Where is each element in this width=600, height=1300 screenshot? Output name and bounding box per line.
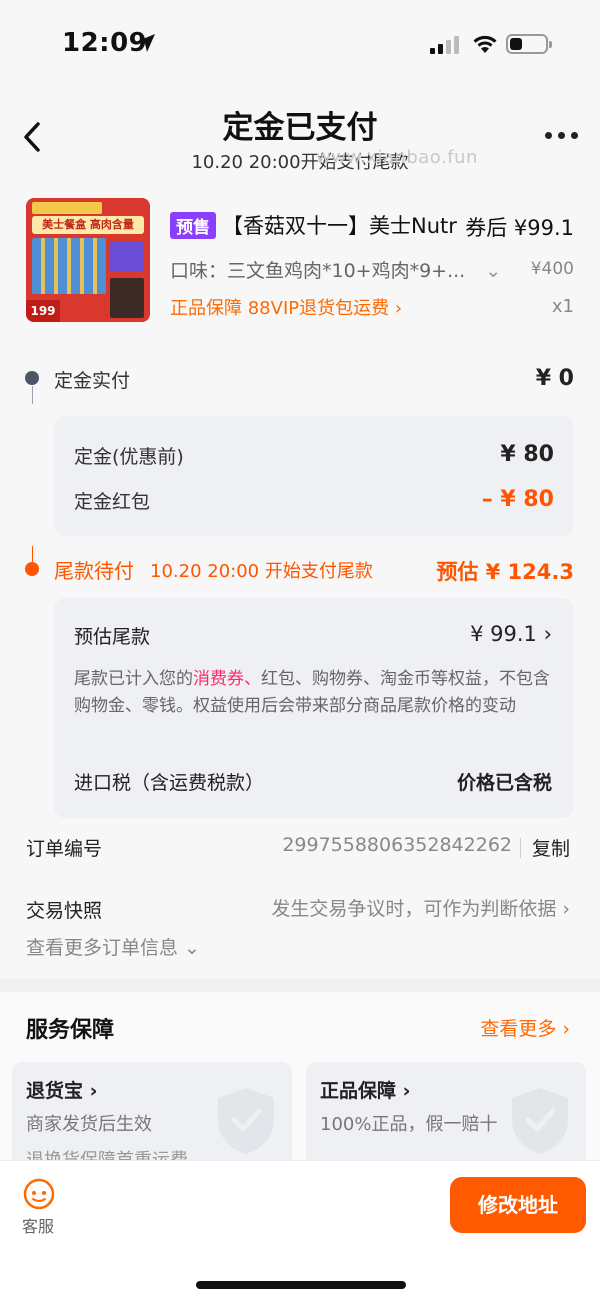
timeline-line [32, 546, 33, 562]
deposit-red-packet-label: 定金红包 [74, 491, 151, 513]
card-title: 正品保障 › [320, 1080, 411, 1102]
timeline-dot-balance [25, 562, 39, 576]
service-section: 服务保障 查看更多 › 退货宝 › 商家发货后生效 退换货保障首重运费 正品保障… [0, 992, 600, 1172]
balance-detail-box: 预估尾款 ¥ 99.1 › 尾款已计入您的消费券、红包、购物券、淘金币等权益，不… [54, 598, 574, 818]
balance-estimate: 预估 ¥ 124.3 [436, 560, 574, 584]
shield-check-icon [218, 1088, 274, 1154]
bottom-action-bar: 客服 修改地址 [0, 1160, 600, 1300]
original-price: ¥400 [530, 259, 574, 279]
balance-description: 尾款已计入您的消费券、红包、购物券、淘金币等权益，不包含购物金、零钱。权益使用后… [74, 669, 550, 716]
product-quantity: x1 [551, 296, 574, 317]
presale-badge: 预售 [170, 211, 216, 239]
product-card[interactable]: 美士餐盒 高肉含量 199 预售 【香菇双十一】美士Nutr 券后 ¥99.1 … [0, 196, 600, 336]
service-title: 服务保障 [26, 1018, 115, 1043]
shield-check-icon [512, 1088, 568, 1154]
card-line: 100%正品，假一赔十 [320, 1114, 498, 1135]
deposit-paid-label: 定金实付 [54, 370, 131, 392]
order-number-label: 订单编号 [26, 838, 103, 860]
deposit-red-packet-value: – ¥ 80 [481, 487, 554, 512]
page-title: 定金已支付 [222, 110, 378, 146]
deposit-before-discount-value: ¥ 80 [500, 442, 554, 467]
import-tax-label: 进口税（含运费税款） [74, 772, 265, 794]
coupon-highlight: 消费券、 [193, 669, 261, 689]
thumb-caption: 美士餐盒 高肉含量 [32, 216, 144, 234]
divider [520, 838, 521, 858]
cellular-signal-icon [430, 36, 459, 54]
product-title: 预售 【香菇双十一】美士Nutr [170, 210, 457, 240]
deposit-before-discount-label: 定金(优惠前) [74, 446, 184, 468]
product-spec[interactable]: 口味：三文鱼鸡肉*10+鸡肉*9+... ⌄ [170, 256, 501, 283]
edit-address-button[interactable]: 修改地址 [450, 1177, 586, 1233]
estimated-balance-label: 预估尾款 [74, 626, 151, 648]
balance-due-label: 尾款待付 [54, 559, 134, 583]
card-title: 退货宝 › [26, 1080, 98, 1102]
snapshot-link[interactable]: 发生交易争议时，可作为判断依据 › [271, 894, 570, 921]
product-spec-text: 口味：三文鱼鸡肉*10+鸡肉*9+... [170, 260, 466, 282]
timeline-line [32, 386, 33, 404]
section-divider [0, 978, 600, 992]
deposit-paid-value: ¥ 0 [535, 366, 574, 391]
timeline-dot-deposit [25, 371, 39, 385]
deposit-detail-box: 定金(优惠前) ¥ 80 定金红包 – ¥ 80 [54, 416, 574, 536]
page-subtitle: 10.20 20:00开始支付尾款 [191, 152, 409, 173]
wifi-icon [473, 35, 497, 53]
service-more-link[interactable]: 查看更多 › [480, 1014, 570, 1041]
card-line: 商家发货后生效 [26, 1114, 152, 1135]
thumb-price-tag: 199 [26, 300, 60, 322]
product-title-text: 【香菇双十一】美士Nutr [222, 214, 457, 238]
customer-service-icon[interactable] [22, 1177, 56, 1211]
return-insurance-card[interactable]: 退货宝 › 商家发货后生效 退换货保障首重运费 [12, 1062, 292, 1172]
balance-start-time: 10.20 20:00 开始支付尾款 [150, 561, 373, 582]
copy-button[interactable]: 复制 [532, 834, 570, 861]
product-price: 券后 ¥99.1 [465, 216, 574, 240]
watermark-text: www.xianbao.fun [316, 147, 478, 168]
estimated-balance-value[interactable]: ¥ 99.1 › [470, 622, 552, 646]
battery-icon [506, 34, 552, 54]
home-indicator[interactable] [196, 1281, 406, 1289]
more-options-icon[interactable] [545, 132, 578, 139]
nav-header: 定金已支付 10.20 20:00开始支付尾款 www.xianbao.fun [0, 88, 600, 180]
more-order-info-link[interactable]: 查看更多订单信息 ⌄ [26, 933, 200, 960]
product-thumbnail[interactable]: 美士餐盒 高肉含量 199 [26, 198, 150, 322]
status-bar: 12:09 [0, 0, 600, 88]
snapshot-label: 交易快照 [26, 900, 103, 922]
authentic-guarantee-card[interactable]: 正品保障 › 100%正品，假一赔十 [306, 1062, 586, 1172]
customer-service-label[interactable]: 客服 [22, 1213, 54, 1237]
location-arrow-icon [137, 34, 155, 52]
guarantee-link[interactable]: 正品保障 88VIP退货包运费 › [170, 294, 402, 320]
import-tax-value: 价格已含税 [456, 772, 552, 794]
chevron-down-icon: ⌄ [485, 260, 502, 282]
order-number: 2997558806352842262 [282, 834, 512, 856]
